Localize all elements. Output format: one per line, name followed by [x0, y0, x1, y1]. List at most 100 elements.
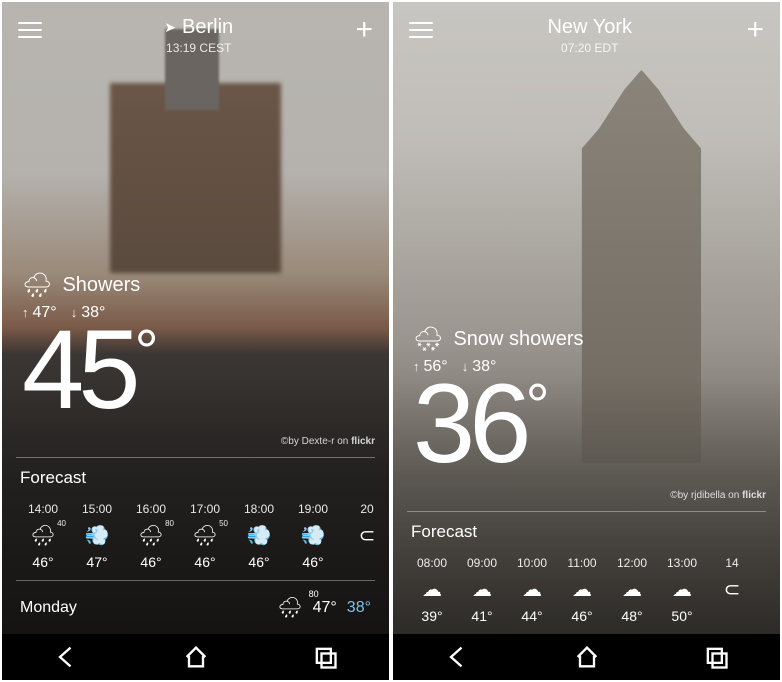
weather-icon: 🌧80: [124, 522, 178, 548]
down-arrow-icon: ↓: [462, 359, 469, 374]
weather-icon: ☁: [457, 576, 507, 602]
top-bar: New York 07:20 EDT +: [393, 2, 780, 65]
hour-temp: 46°: [557, 608, 607, 624]
weather-icon: ⊂: [340, 522, 389, 548]
precip-chance: 40: [57, 519, 66, 528]
weather-icon: 🌧40: [16, 522, 70, 548]
hourly-column: 11:00☁46°: [557, 556, 607, 624]
location-title[interactable]: New York 07:20 EDT: [433, 16, 746, 55]
home-button[interactable]: [573, 643, 601, 671]
photo-credit[interactable]: ©by rjdibella on flickr: [393, 484, 780, 511]
phone-newyork: New York 07:20 EDT + 🌨 Snow showers ↑56°…: [393, 2, 780, 680]
snow-icon: 🌨: [413, 325, 443, 354]
hourly-column: 10:00☁44°: [507, 556, 557, 624]
current-temperature: 45°: [22, 314, 369, 426]
back-button[interactable]: [444, 643, 472, 671]
current-conditions: 🌨 Snow showers ↑56° ↓38° 36°: [393, 325, 780, 484]
hourly-column: 12:00 ☁ 48°: [607, 556, 657, 624]
hour-label: 11:00: [557, 556, 607, 570]
forecast-heading: Forecast: [393, 512, 780, 550]
hourly-forecast[interactable]: 08:00☁39°09:00☁41°10:00☁44°11:00☁46°12:0…: [393, 550, 780, 634]
photo-credit[interactable]: ©by Dexte-r on flickr: [2, 430, 389, 457]
hourly-column: 09:00 ☁ 41°: [457, 556, 507, 624]
hourly-column: 14:00 🌧40 46°: [16, 502, 70, 570]
current-conditions: 🌧 Showers ↑47° ↓38° 45°: [2, 271, 389, 430]
hourly-column: 08:00☁39°: [407, 556, 457, 624]
hour-label: 20: [340, 502, 389, 516]
weather-icon: ☁: [657, 576, 707, 602]
hour-temp: 46°: [16, 554, 70, 570]
menu-icon[interactable]: [18, 22, 42, 38]
day-high: 47°: [313, 599, 337, 617]
up-arrow-icon: ↑: [413, 359, 420, 374]
current-temperature: 36°: [413, 368, 760, 480]
hourly-column: 17:00 🌧50 46°: [178, 502, 232, 570]
location-arrow-icon: ➤: [164, 19, 176, 36]
home-button[interactable]: [182, 643, 210, 671]
hour-label: 19:00: [286, 502, 340, 516]
android-nav-bar: [2, 634, 389, 680]
hourly-column: 14⊂: [707, 556, 757, 624]
weather-icon: 💨: [70, 522, 124, 548]
day-name: Monday: [20, 599, 77, 617]
daily-forecast-row[interactable]: Monday 🌧80 47° 38°: [2, 581, 389, 634]
precip-chance: 80: [165, 519, 174, 528]
menu-icon[interactable]: [409, 22, 433, 38]
hour-label: 10:00: [507, 556, 557, 570]
rain-icon: 🌧80: [277, 595, 302, 620]
hour-label: 15:00: [70, 502, 124, 516]
hour-label: 12:00: [607, 556, 657, 570]
local-time: 07:20 EDT: [433, 41, 746, 55]
hour-temp: 46°: [178, 554, 232, 570]
weather-icon: 💨: [286, 522, 340, 548]
day-low: 38°: [347, 599, 371, 617]
phone-berlin: ➤ Berlin 13:19 CEST + 🌧 Showers ↑47° ↓38…: [2, 2, 389, 680]
hourly-forecast[interactable]: 14:00🌧4046°15:00💨47°16:00🌧8046°17:00🌧504…: [2, 496, 389, 580]
hour-label: 16:00: [124, 502, 178, 516]
hour-label: 13:00: [657, 556, 707, 570]
hourly-column: 16:00 🌧80 46°: [124, 502, 178, 570]
hourly-column: 20 ⊂: [340, 502, 389, 570]
add-location-icon[interactable]: +: [746, 18, 764, 42]
flickr-logo: flickr: [742, 490, 766, 501]
flickr-logo: flickr: [351, 436, 375, 447]
rain-icon: 🌧: [22, 271, 52, 300]
hour-label: 14:00: [16, 502, 70, 516]
weather-icon: ☁: [607, 576, 657, 602]
up-arrow-icon: ↑: [22, 305, 29, 320]
top-bar: ➤ Berlin 13:19 CEST +: [2, 2, 389, 65]
back-button[interactable]: [53, 643, 81, 671]
hourly-column: 13:00 ☁ 50°: [657, 556, 707, 624]
hour-temp: 39°: [407, 608, 457, 624]
hour-temp: 46°: [286, 554, 340, 570]
hourly-column: 19:00 💨 46°: [286, 502, 340, 570]
hour-temp: 50°: [657, 608, 707, 624]
weather-icon: 💨: [232, 522, 286, 548]
add-location-icon[interactable]: +: [355, 18, 373, 42]
hour-temp: 47°: [70, 554, 124, 570]
recent-apps-button[interactable]: [311, 643, 339, 671]
hour-label: 08:00: [407, 556, 457, 570]
hour-temp: 46°: [232, 554, 286, 570]
location-title[interactable]: ➤ Berlin 13:19 CEST: [42, 16, 355, 55]
android-nav-bar: [393, 634, 780, 680]
condition-text: Snow showers: [453, 328, 583, 351]
recent-apps-button[interactable]: [702, 643, 730, 671]
hour-label: 18:00: [232, 502, 286, 516]
down-arrow-icon: ↓: [71, 305, 78, 320]
hour-temp: 44°: [507, 608, 557, 624]
hour-label: 14: [707, 556, 757, 570]
hour-temp: 46°: [124, 554, 178, 570]
hourly-column: 15:00 💨 47°: [70, 502, 124, 570]
condition-text: Showers: [62, 274, 140, 297]
city-name: Berlin: [182, 16, 233, 39]
hour-label: 17:00: [178, 502, 232, 516]
forecast-heading: Forecast: [2, 458, 389, 496]
hour-temp: 41°: [457, 608, 507, 624]
hourly-column: 18:00 💨 46°: [232, 502, 286, 570]
hour-label: 09:00: [457, 556, 507, 570]
hour-temp: 48°: [607, 608, 657, 624]
weather-icon: 🌧50: [178, 522, 232, 548]
precip-chance: 50: [219, 519, 228, 528]
local-time: 13:19 CEST: [42, 41, 355, 55]
